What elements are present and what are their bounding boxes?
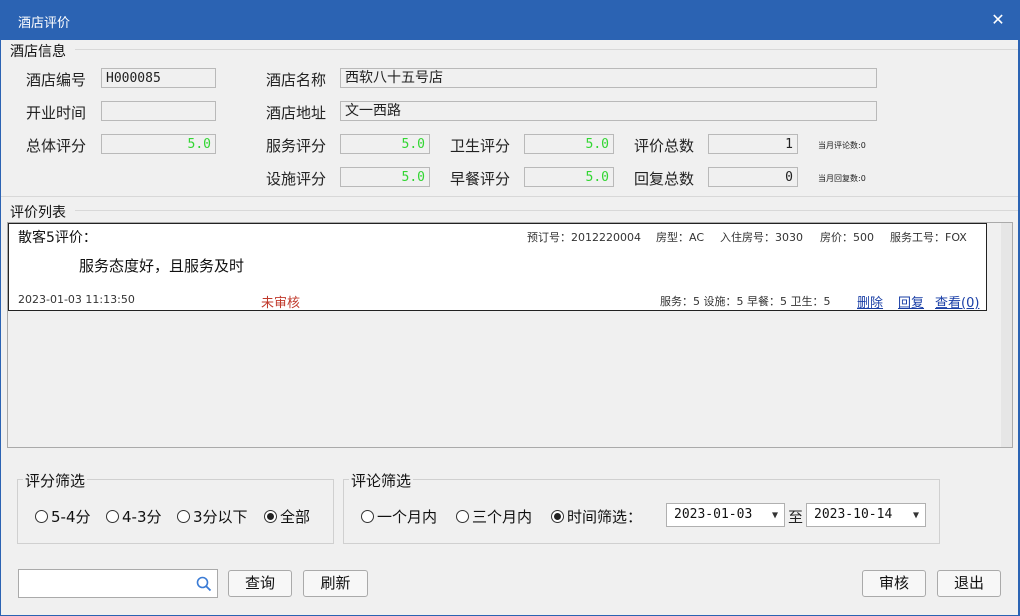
total-reviews-label: 评价总数 <box>634 137 695 155</box>
review-booking-no: 预订号：2012220004 <box>527 231 641 244</box>
hotel-info-group-label: 酒店信息 <box>8 41 68 61</box>
hotel-name-field: 西软八十五号店 <box>340 68 877 88</box>
facility-score-label: 设施评分 <box>266 170 327 188</box>
hotel-code-label: 酒店编号 <box>26 71 87 89</box>
chevron-down-icon: ▼ <box>912 510 919 521</box>
review-card[interactable]: 散客5评价： 预订号：2012220004 房型：AC 入住房号：3030 房价… <box>8 223 987 311</box>
view-review-link[interactable]: 查看(0) <box>935 292 979 311</box>
hygiene-score-label: 卫生评分 <box>450 137 511 155</box>
search-input[interactable] <box>18 569 218 598</box>
radio-date-range[interactable] <box>551 510 564 523</box>
hygiene-score-field: 5.0 <box>524 134 614 154</box>
comment-option-3-months[interactable]: 三个月内 <box>456 506 532 527</box>
audit-button[interactable]: 审核 <box>862 570 926 597</box>
hotel-address-field: 文一西路 <box>340 101 877 121</box>
review-guest: 散客5评价： <box>18 230 97 246</box>
comment-option-1-month[interactable]: 一个月内 <box>361 506 437 527</box>
service-score-field: 5.0 <box>340 134 430 154</box>
breakfast-score-field: 5.0 <box>524 167 614 187</box>
hotel-info-separator <box>75 49 1018 50</box>
delete-review-link[interactable]: 删除 <box>857 292 883 311</box>
score-filter-title: 评分筛选 <box>23 470 88 491</box>
review-staff-no: 服务工号：FOX <box>890 231 967 244</box>
review-scores: 服务：5 设施：5 早餐：5 卫生：5 <box>660 295 831 308</box>
open-time-label: 开业时间 <box>26 104 87 122</box>
hotel-name-label: 酒店名称 <box>266 71 327 89</box>
month-reviews-note: 当月评论数:0 <box>818 141 866 150</box>
radio-all[interactable] <box>264 510 277 523</box>
hotel-code-field: H000085 <box>101 68 216 88</box>
title-bar: 酒店评价 ✕ <box>0 0 1020 40</box>
radio-5-4[interactable] <box>35 510 48 523</box>
date-from-select[interactable]: 2023-01-03 ▼ <box>666 503 785 527</box>
hotel-address-label: 酒店地址 <box>266 104 327 122</box>
chevron-down-icon: ▼ <box>771 510 778 521</box>
review-price: 房价：500 <box>820 231 874 244</box>
facility-score-field: 5.0 <box>340 167 430 187</box>
review-list-group-label: 评价列表 <box>8 202 68 222</box>
month-replies-note: 当月回复数:0 <box>818 174 866 183</box>
refresh-button[interactable]: 刷新 <box>303 570 368 597</box>
radio-1-month[interactable] <box>361 510 374 523</box>
reply-review-link[interactable]: 回复 <box>898 292 924 311</box>
date-to-label: 至 <box>788 508 804 526</box>
total-replies-label: 回复总数 <box>634 170 695 188</box>
radio-3-months[interactable] <box>456 510 469 523</box>
breakfast-score-label: 早餐评分 <box>450 170 511 188</box>
comment-option-date-range[interactable]: 时间筛选： <box>551 506 642 527</box>
radio-below-3[interactable] <box>177 510 190 523</box>
review-status: 未审核 <box>261 296 301 311</box>
comment-filter-title: 评论筛选 <box>349 470 414 491</box>
section-separator <box>1 196 1018 197</box>
window-title: 酒店评价 <box>18 16 71 31</box>
score-option-all[interactable]: 全部 <box>264 506 310 527</box>
review-room-no: 入住房号：3030 <box>720 231 803 244</box>
date-to-select[interactable]: 2023-10-14 ▼ <box>806 503 926 527</box>
total-reviews-field: 1 <box>708 134 798 154</box>
review-list-scrollbar[interactable] <box>1001 223 1012 447</box>
service-score-label: 服务评分 <box>266 137 327 155</box>
review-list-separator <box>75 210 1018 211</box>
search-icon[interactable] <box>196 576 212 592</box>
exit-button[interactable]: 退出 <box>937 570 1001 597</box>
review-time: 2023-01-03 11:13:50 <box>18 293 135 306</box>
query-button[interactable]: 查询 <box>228 570 292 597</box>
score-option-below-3[interactable]: 3分以下 <box>177 506 248 527</box>
overall-score-field: 5.0 <box>101 134 216 154</box>
open-time-field <box>101 101 216 121</box>
close-icon[interactable]: ✕ <box>988 10 1008 30</box>
overall-score-label: 总体评分 <box>26 137 87 155</box>
radio-4-3[interactable] <box>106 510 119 523</box>
search-text[interactable] <box>23 573 192 595</box>
review-room-type: 房型：AC <box>656 231 705 244</box>
review-content: 服务态度好，且服务及时 <box>79 257 245 275</box>
score-option-4-3[interactable]: 4-3分 <box>106 506 162 527</box>
score-option-5-4[interactable]: 5-4分 <box>35 506 91 527</box>
total-replies-field: 0 <box>708 167 798 187</box>
